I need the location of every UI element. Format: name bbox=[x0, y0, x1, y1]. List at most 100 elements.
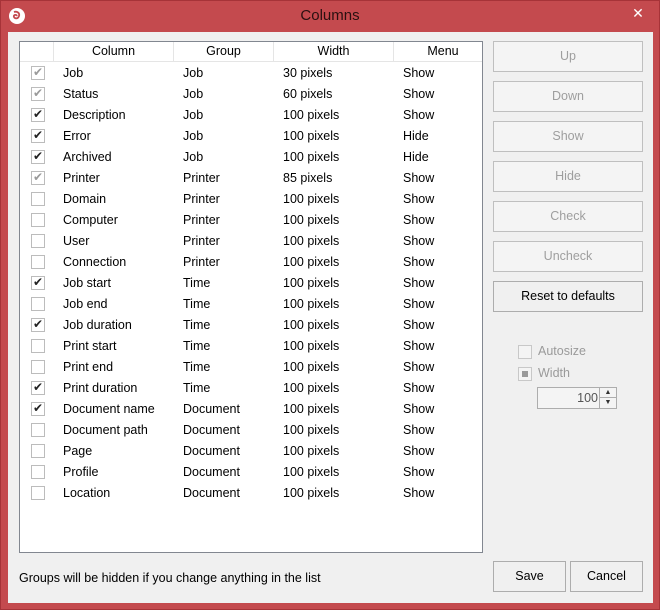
menu-cell: Show bbox=[403, 423, 435, 437]
header-width[interactable]: Width bbox=[274, 42, 394, 61]
row-checkbox[interactable] bbox=[31, 444, 45, 458]
width-value-input[interactable]: 100 bbox=[540, 390, 598, 406]
table-row[interactable]: Location Document 100 pixels Show bbox=[20, 483, 482, 504]
width-cell: 85 pixels bbox=[283, 171, 333, 185]
width-spinner[interactable]: 100 ▲ ▼ bbox=[537, 387, 617, 409]
row-checkbox[interactable] bbox=[31, 317, 45, 332]
group-cell: Time bbox=[183, 297, 211, 311]
menu-cell: Show bbox=[403, 213, 435, 227]
width-cell: 100 pixels bbox=[283, 381, 340, 395]
width-cell: 100 pixels bbox=[283, 423, 340, 437]
group-cell: Job bbox=[183, 150, 204, 164]
table-row[interactable]: Archived Job 100 pixels Hide bbox=[20, 147, 482, 168]
row-checkbox bbox=[31, 86, 45, 101]
spin-down-icon[interactable]: ▼ bbox=[599, 398, 616, 408]
reset-to-defaults-button[interactable]: Reset to defaults bbox=[493, 281, 643, 312]
autosize-option[interactable]: Autosize bbox=[518, 343, 586, 359]
header-group[interactable]: Group bbox=[174, 42, 274, 61]
row-checkbox[interactable] bbox=[31, 128, 45, 143]
menu-cell: Show bbox=[403, 444, 435, 458]
header-column[interactable]: Column bbox=[54, 42, 174, 61]
up-button[interactable]: Up bbox=[493, 41, 643, 72]
column-name-cell: Connection bbox=[63, 255, 127, 269]
table-row[interactable]: Error Job 100 pixels Hide bbox=[20, 126, 482, 147]
column-name-cell: Status bbox=[63, 87, 99, 101]
width-cell: 100 pixels bbox=[283, 465, 340, 479]
autosize-checkbox[interactable] bbox=[518, 344, 532, 359]
row-checkbox[interactable] bbox=[31, 255, 45, 269]
group-cell: Document bbox=[183, 486, 240, 500]
table-row[interactable]: Print start Time 100 pixels Show bbox=[20, 336, 482, 357]
width-cell: 60 pixels bbox=[283, 87, 333, 101]
group-cell: Printer bbox=[183, 192, 220, 206]
menu-cell: Hide bbox=[403, 150, 429, 164]
table-row[interactable]: Page Document 100 pixels Show bbox=[20, 441, 482, 462]
row-checkbox[interactable] bbox=[31, 192, 45, 206]
table-row[interactable]: Document name Document 100 pixels Show bbox=[20, 399, 482, 420]
down-button[interactable]: Down bbox=[493, 81, 643, 112]
table-row[interactable]: Print duration Time 100 pixels Show bbox=[20, 378, 482, 399]
group-cell: Job bbox=[183, 87, 204, 101]
table-row[interactable]: Profile Document 100 pixels Show bbox=[20, 462, 482, 483]
table-row[interactable]: Document path Document 100 pixels Show bbox=[20, 420, 482, 441]
table-row[interactable]: Domain Printer 100 pixels Show bbox=[20, 189, 482, 210]
group-cell: Document bbox=[183, 444, 240, 458]
table-row[interactable]: Job end Time 100 pixels Show bbox=[20, 294, 482, 315]
width-radio[interactable] bbox=[518, 366, 532, 381]
menu-cell: Show bbox=[403, 87, 435, 101]
header-menu[interactable]: Menu bbox=[394, 42, 492, 61]
hide-button[interactable]: Hide bbox=[493, 161, 643, 192]
width-cell: 30 pixels bbox=[283, 66, 333, 80]
save-button[interactable]: Save bbox=[493, 561, 566, 592]
uncheck-button[interactable]: Uncheck bbox=[493, 241, 643, 272]
row-checkbox[interactable] bbox=[31, 401, 45, 416]
width-cell: 100 pixels bbox=[283, 213, 340, 227]
width-cell: 100 pixels bbox=[283, 360, 340, 374]
row-checkbox[interactable] bbox=[31, 339, 45, 353]
show-button[interactable]: Show bbox=[493, 121, 643, 152]
close-button[interactable]: ✕ bbox=[623, 3, 653, 23]
group-cell: Job bbox=[183, 66, 204, 80]
table-row[interactable]: Computer Printer 100 pixels Show bbox=[20, 210, 482, 231]
row-checkbox[interactable] bbox=[31, 380, 45, 395]
table-row[interactable]: Job Job 30 pixels Show bbox=[20, 63, 482, 84]
row-checkbox[interactable] bbox=[31, 465, 45, 479]
width-label: Width bbox=[538, 366, 570, 380]
row-checkbox[interactable] bbox=[31, 275, 45, 290]
row-checkbox[interactable] bbox=[31, 149, 45, 164]
columns-list[interactable]: Column Group Width Menu Job Job 30 pixels S… bbox=[19, 41, 483, 553]
group-cell: Time bbox=[183, 339, 211, 353]
table-row[interactable]: Status Job 60 pixels Show bbox=[20, 84, 482, 105]
table-row[interactable]: Connection Printer 100 pixels Show bbox=[20, 252, 482, 273]
title-bar[interactable]: Columns ✕ bbox=[1, 1, 659, 32]
table-row[interactable]: Print end Time 100 pixels Show bbox=[20, 357, 482, 378]
spin-up-icon[interactable]: ▲ bbox=[599, 388, 616, 398]
menu-cell: Show bbox=[403, 402, 435, 416]
list-header: Column Group Width Menu bbox=[20, 42, 482, 62]
column-name-cell: Print end bbox=[63, 360, 114, 374]
menu-cell: Show bbox=[403, 465, 435, 479]
table-row[interactable]: User Printer 100 pixels Show bbox=[20, 231, 482, 252]
table-row[interactable]: Job duration Time 100 pixels Show bbox=[20, 315, 482, 336]
table-row[interactable]: Printer Printer 85 pixels Show bbox=[20, 168, 482, 189]
row-checkbox[interactable] bbox=[31, 213, 45, 227]
check-button[interactable]: Check bbox=[493, 201, 643, 232]
menu-cell: Show bbox=[403, 297, 435, 311]
row-checkbox[interactable] bbox=[31, 360, 45, 374]
row-checkbox[interactable] bbox=[31, 107, 45, 122]
width-cell: 100 pixels bbox=[283, 318, 340, 332]
table-row[interactable]: Job start Time 100 pixels Show bbox=[20, 273, 482, 294]
group-cell: Time bbox=[183, 360, 211, 374]
column-name-cell: Domain bbox=[63, 192, 107, 206]
row-checkbox[interactable] bbox=[31, 423, 45, 437]
table-row[interactable]: Description Job 100 pixels Show bbox=[20, 105, 482, 126]
width-cell: 100 pixels bbox=[283, 129, 340, 143]
row-checkbox[interactable] bbox=[31, 297, 45, 311]
width-cell: 100 pixels bbox=[283, 276, 340, 290]
width-option[interactable]: Width bbox=[518, 365, 570, 381]
menu-cell: Show bbox=[403, 276, 435, 290]
column-name-cell: Profile bbox=[63, 465, 99, 479]
row-checkbox[interactable] bbox=[31, 486, 45, 500]
cancel-button[interactable]: Cancel bbox=[570, 561, 643, 592]
row-checkbox[interactable] bbox=[31, 234, 45, 248]
